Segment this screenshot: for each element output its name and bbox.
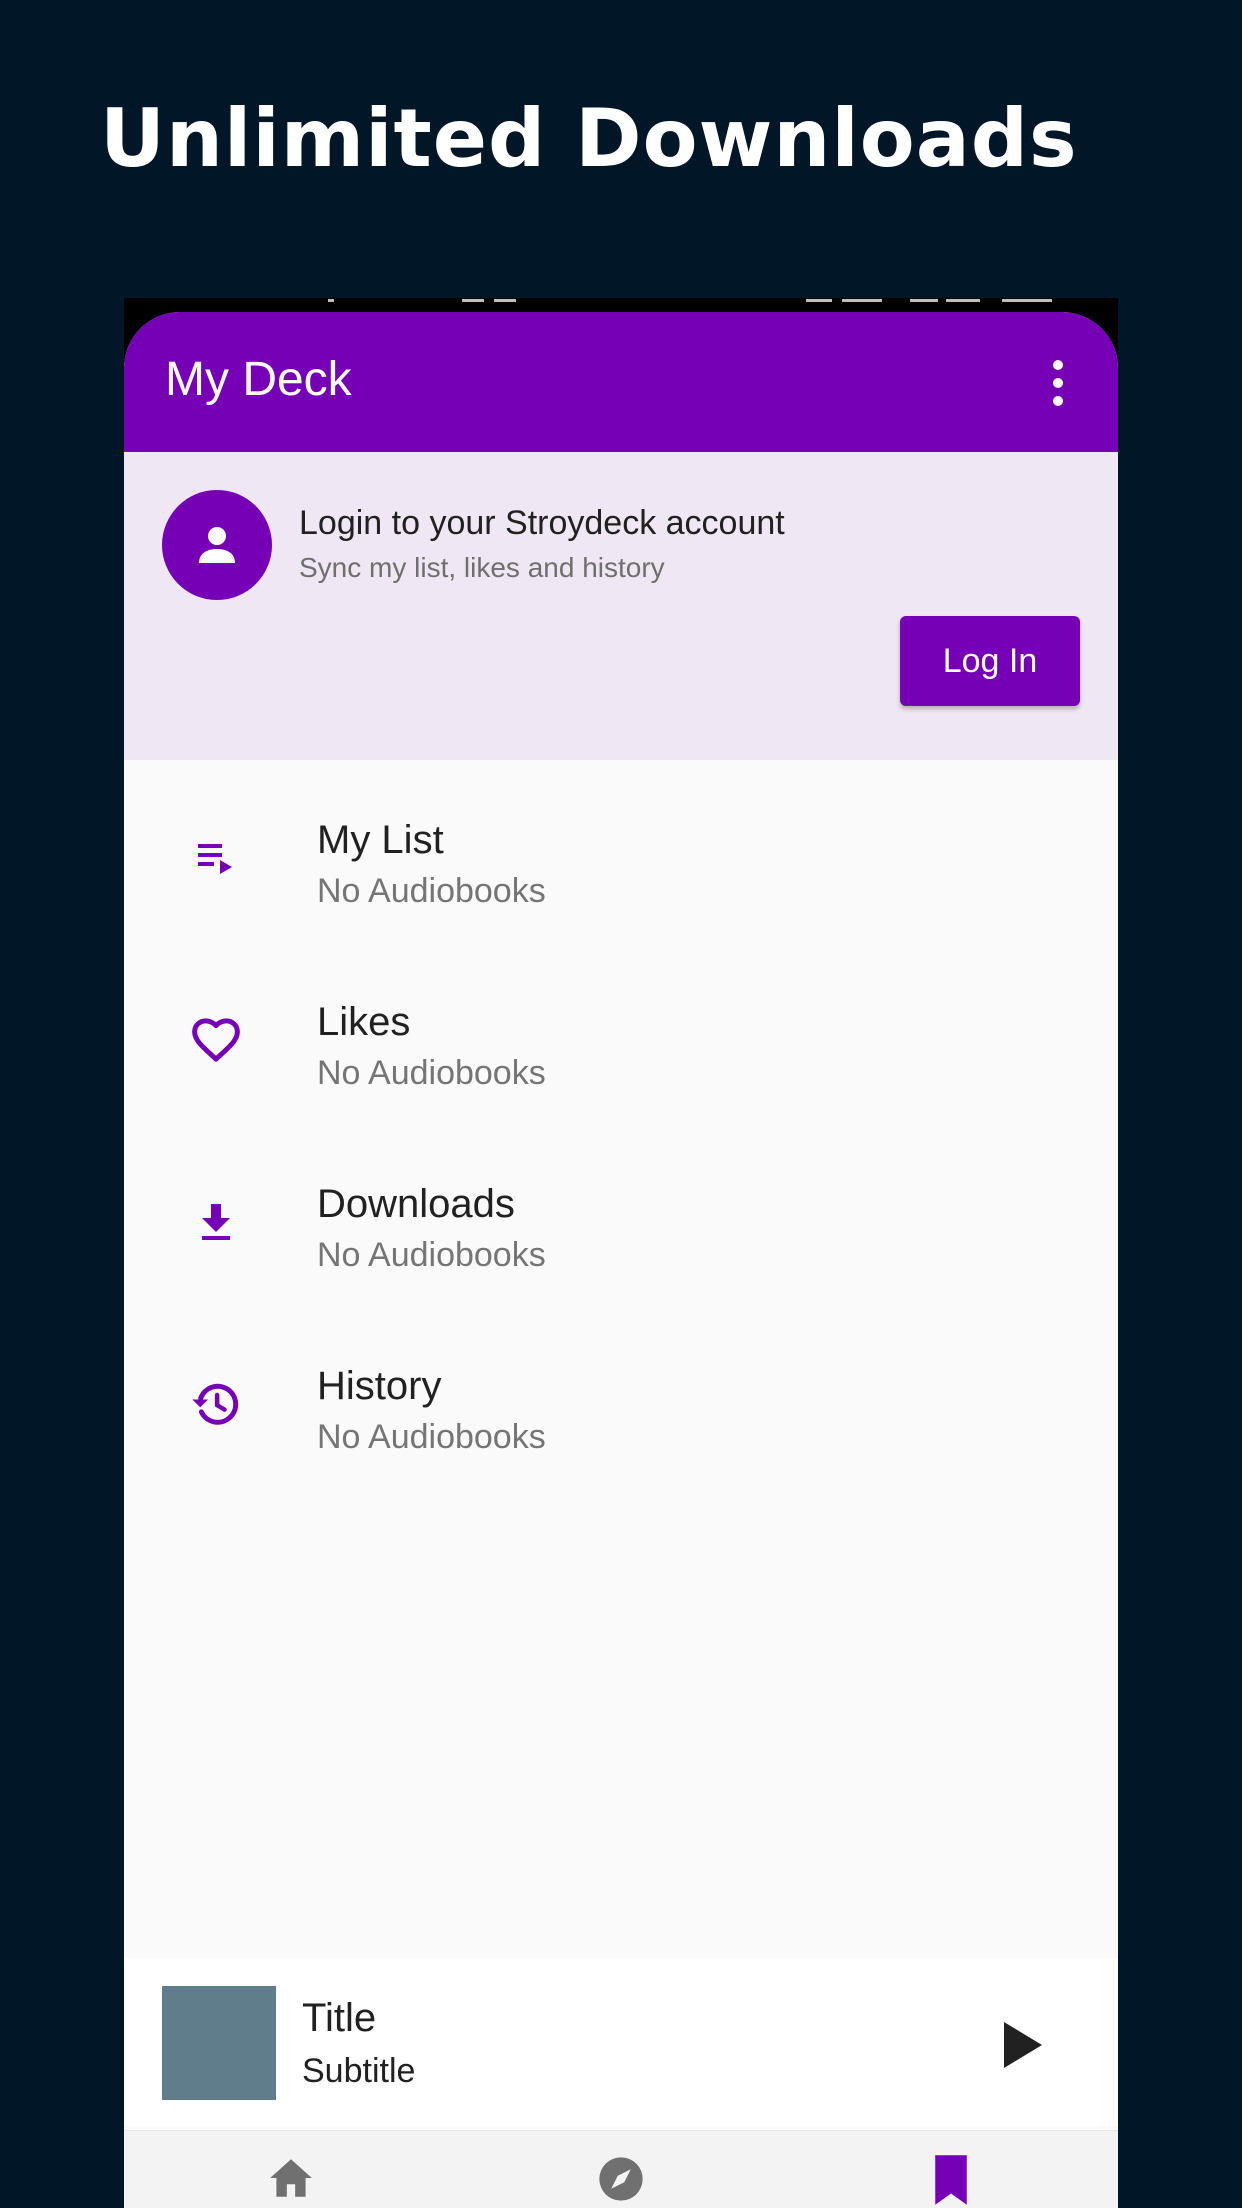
app-screen: My Deck Login to your Stroydeck account … xyxy=(124,312,1118,2208)
menu-item-my-list[interactable]: My List No Audiobooks xyxy=(124,760,1118,942)
player-subtitle: Subtitle xyxy=(302,2052,416,2090)
bookmark-icon[interactable] xyxy=(924,2153,978,2207)
avatar xyxy=(162,490,272,600)
mini-player[interactable]: Title Subtitle xyxy=(124,1958,1118,2126)
cover-art xyxy=(162,1986,276,2100)
heart-outline-icon xyxy=(188,1012,244,1068)
log-in-button[interactable]: Log In xyxy=(900,616,1080,706)
app-bar: My Deck xyxy=(124,312,1118,452)
menu-item-history[interactable]: History No Audiobooks xyxy=(124,1306,1118,1488)
login-card: Login to your Stroydeck account Sync my … xyxy=(124,452,1118,760)
menu-item-likes[interactable]: Likes No Audiobooks xyxy=(124,942,1118,1124)
playlist-play-icon xyxy=(188,830,244,886)
download-icon xyxy=(188,1194,244,1250)
deck-menu: My List No Audiobooks Likes No Audiobook… xyxy=(124,760,1118,1488)
menu-item-label: Downloads xyxy=(317,1182,515,1226)
history-icon xyxy=(188,1376,244,1432)
bottom-nav xyxy=(124,2130,1118,2208)
login-subtitle: Sync my list, likes and history xyxy=(299,552,665,583)
home-icon[interactable] xyxy=(264,2153,318,2207)
phone-frame: My Deck Login to your Stroydeck account … xyxy=(124,298,1118,2208)
menu-item-label: My List xyxy=(317,818,444,862)
menu-item-count: No Audiobooks xyxy=(317,1236,546,1274)
login-title: Login to your Stroydeck account xyxy=(299,504,785,542)
menu-item-count: No Audiobooks xyxy=(317,872,546,910)
page-title: My Deck xyxy=(165,353,352,406)
player-title: Title xyxy=(302,1996,377,2040)
play-icon[interactable] xyxy=(1000,2020,1046,2070)
explore-icon[interactable] xyxy=(594,2153,648,2207)
more-vert-icon[interactable] xyxy=(1044,358,1072,408)
menu-item-count: No Audiobooks xyxy=(317,1418,546,1456)
person-icon xyxy=(199,527,235,563)
menu-item-label: Likes xyxy=(317,1000,411,1044)
menu-item-count: No Audiobooks xyxy=(317,1054,546,1092)
menu-item-label: History xyxy=(317,1364,442,1408)
promo-headline: Unlimited Downloads xyxy=(100,92,1078,185)
menu-item-downloads[interactable]: Downloads No Audiobooks xyxy=(124,1124,1118,1306)
